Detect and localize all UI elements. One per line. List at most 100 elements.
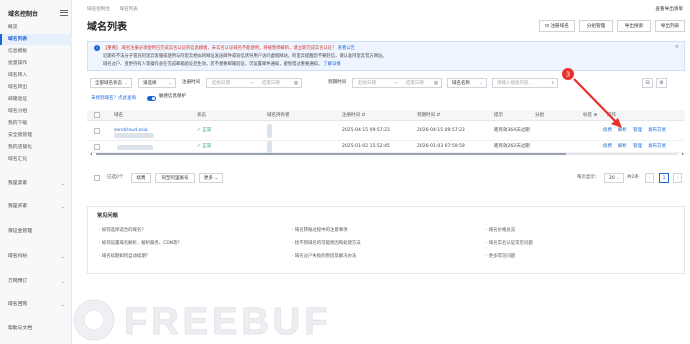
status-badge: ✓ 正常	[197, 121, 211, 141]
status-select[interactable]: 全部域名状态 ⌄	[90, 78, 132, 88]
faq-text: 域名续期如何自动续期？	[101, 254, 151, 259]
select-all-checkbox[interactable]	[94, 112, 100, 118]
sidebar-item-lock[interactable]: 安全锁管理	[0, 130, 72, 141]
dns-link[interactable]: 解析	[618, 128, 627, 133]
sidebar-item-email-verify[interactable]: 邮箱验证	[0, 94, 72, 105]
group-label: 我是卖家	[8, 181, 28, 186]
sidebar-item-groups[interactable]: 域名分组	[0, 106, 72, 117]
faq-text: 域名价格总览	[488, 228, 516, 233]
renew-link[interactable]: 续费	[603, 144, 612, 149]
watermark-text: FREEBUF	[124, 301, 331, 343]
header-label: 到期时间	[417, 113, 435, 118]
expire-time-label: 到期时间	[328, 80, 346, 85]
sort-icon: ⇵	[436, 113, 441, 118]
search-icon: ⌕	[551, 81, 554, 86]
field-select[interactable]: 域名名称 ⌄	[447, 78, 487, 88]
faq-link[interactable]: · 域名实名认证常见问题	[486, 240, 533, 246]
group-label: 帮助与文档	[8, 326, 32, 331]
sidebar-group-seller[interactable]: 我是卖家 ⌄	[0, 178, 72, 190]
sidebar-group-buyer[interactable]: 我是买家 ⌄	[0, 201, 72, 213]
sidebar-item-batch[interactable]: 批量操作	[0, 58, 72, 69]
breadcrumb-item: 域名列表	[119, 7, 138, 12]
close-icon[interactable]: ×	[675, 44, 679, 50]
info-icon: i	[94, 45, 100, 51]
notice-link[interactable]: 查看公告	[338, 46, 355, 51]
renew-link[interactable]: 续费	[603, 128, 612, 133]
not-found-link[interactable]: 未找到域名？点此查询	[91, 95, 136, 101]
privacy-toggle[interactable]	[147, 96, 156, 101]
notice-line: 近期有不法分子冒充阿里云客服或使用与阿里云相似的网址发送邮件或短信诱导用户访问虚…	[103, 54, 387, 59]
publish-trade-link[interactable]: 发布交易	[648, 128, 666, 133]
more-button[interactable]: 更多 ⌄	[199, 173, 223, 183]
faq-link[interactable]: · 域名转账过程中的注意事项	[292, 227, 348, 233]
row-checkbox[interactable]	[94, 128, 100, 134]
sidebar-item-exchange[interactable]: 域名汇化	[0, 154, 72, 165]
sidebar-group-deposit[interactable]: 保证金管理	[0, 226, 72, 238]
search-input[interactable]: 请输入搜索内容... ⌕	[492, 78, 558, 88]
export-list-link[interactable]: 查看导出清单	[655, 6, 683, 12]
prev-page-icon[interactable]: ‹	[645, 173, 654, 183]
select-value: 全部域名状态	[95, 81, 122, 86]
footer-select-checkbox[interactable]	[94, 175, 100, 181]
scroll-thumb[interactable]	[96, 153, 566, 155]
faq-link[interactable]: · 域名续期如何自动续期？	[99, 253, 150, 259]
export-list-button[interactable]: 导出列表	[655, 20, 685, 32]
faq-link[interactable]: · 域名过户失败的原因及解决办法	[292, 253, 356, 259]
horizontal-scrollbar[interactable]: ◂ ▸	[90, 151, 684, 156]
row-checkbox[interactable]	[94, 144, 100, 150]
notice-text: 【重要】 域名注册必须使用已完成实名认证的信息模板，未实名认证域名不能使用，将被…	[103, 46, 337, 51]
column-header[interactable]: 注册时间 ⇵	[342, 110, 365, 121]
sidebar-item-templates[interactable]: 信息模板	[0, 46, 72, 57]
import-search-button[interactable]: 导出搜索	[617, 20, 651, 32]
type-select[interactable]: 请选择 ⌄	[138, 78, 176, 88]
page-number[interactable]: 1	[659, 173, 669, 183]
faq-title: 常见问题	[97, 213, 118, 219]
gear-icon[interactable]: ⚙	[656, 78, 667, 88]
scroll-left-icon[interactable]: ◂	[90, 151, 92, 156]
menu-toggle-icon[interactable]	[60, 8, 68, 16]
reg-date-range[interactable]: 起始日期 → 结束日期 ▦	[206, 78, 302, 88]
sidebar-group-help[interactable]: 帮助与文档	[0, 323, 72, 335]
page-title: 域名列表	[87, 22, 127, 33]
faq-link[interactable]: · 如何设置域名解析、解析服务、CDN等？	[99, 240, 182, 246]
sidebar-group-buyback[interactable]: 域名回购 ⌄	[0, 299, 72, 311]
manage-link[interactable]: 管理	[633, 144, 642, 149]
manage-link[interactable]: 管理	[633, 128, 642, 133]
dns-link[interactable]: 解析	[618, 144, 627, 149]
faq-text: 如何设置域名解析、解析服务、CDN等？	[101, 241, 182, 246]
sidebar-group-dispute[interactable]: 域名纠纷 ⌄	[0, 251, 72, 263]
sidebar-item-shop[interactable]: 我的店铺化	[0, 142, 72, 153]
notice-line: 【重要】 域名注册必须使用已完成实名认证的信息模板，未实名认证域名不能使用，将被…	[103, 45, 355, 51]
expire-date-range[interactable]: 起始日期 → 结束日期 ▦	[352, 78, 442, 88]
privacy-label: 敏感信息保护	[159, 94, 186, 99]
faq-link[interactable]: · 找不到域名的可能原因和处理方法	[292, 240, 361, 246]
sidebar-item-transfer-in[interactable]: 域名转入	[0, 70, 72, 81]
faq-link[interactable]: · 更多常见问题	[486, 253, 515, 259]
sidebar-item-downloads[interactable]: 我的下载	[0, 118, 72, 129]
status-text: 正常	[202, 144, 212, 149]
select-value: 请选择	[143, 81, 157, 86]
breadcrumb-item[interactable]: 域名控制台	[87, 7, 110, 12]
sidebar-item-domain-list[interactable]: 域名列表	[0, 34, 72, 45]
push-account-button[interactable]: 同至阿里账号	[155, 173, 195, 183]
sidebar-item-transfer-out[interactable]: 域名转出	[0, 82, 72, 93]
group-manage-button[interactable]: 分组管理	[579, 20, 613, 32]
notice-link[interactable]: 了解详情	[324, 62, 341, 67]
faq-link[interactable]: · 如何选择适合的域名？	[99, 227, 146, 233]
column-header: 标签 ⊕	[583, 110, 597, 121]
renew-button[interactable]: 续费	[131, 173, 151, 183]
column-header[interactable]: 到期时间 ⇵	[417, 110, 440, 121]
select-value: 域名名称	[452, 81, 470, 86]
next-page-icon[interactable]: ›	[673, 173, 682, 183]
per-page-select[interactable]: 20 ⌄	[604, 173, 624, 183]
table-header: 域名 状态 域名持有者 注册时间 ⇵ 到期时间 ⇵ 提示 分组 标签 ⊕ 操作	[87, 110, 685, 121]
sidebar-group-reserve[interactable]: 万网预订 ⌄	[0, 276, 72, 288]
filter-icon[interactable]: ⊟	[642, 78, 653, 88]
sidebar-item-overview[interactable]: 概览	[0, 22, 72, 33]
scroll-right-icon[interactable]: ▸	[682, 151, 684, 156]
faq-text: 域名转账过程中的注意事项	[294, 228, 348, 233]
faq-link[interactable]: · 域名价格总览	[486, 227, 515, 233]
publish-trade-link[interactable]: 发布交易	[648, 144, 666, 149]
breadcrumb: 域名控制台 域名列表	[87, 6, 146, 12]
register-domain-button[interactable]: ⊡ 注册域名	[539, 20, 575, 32]
